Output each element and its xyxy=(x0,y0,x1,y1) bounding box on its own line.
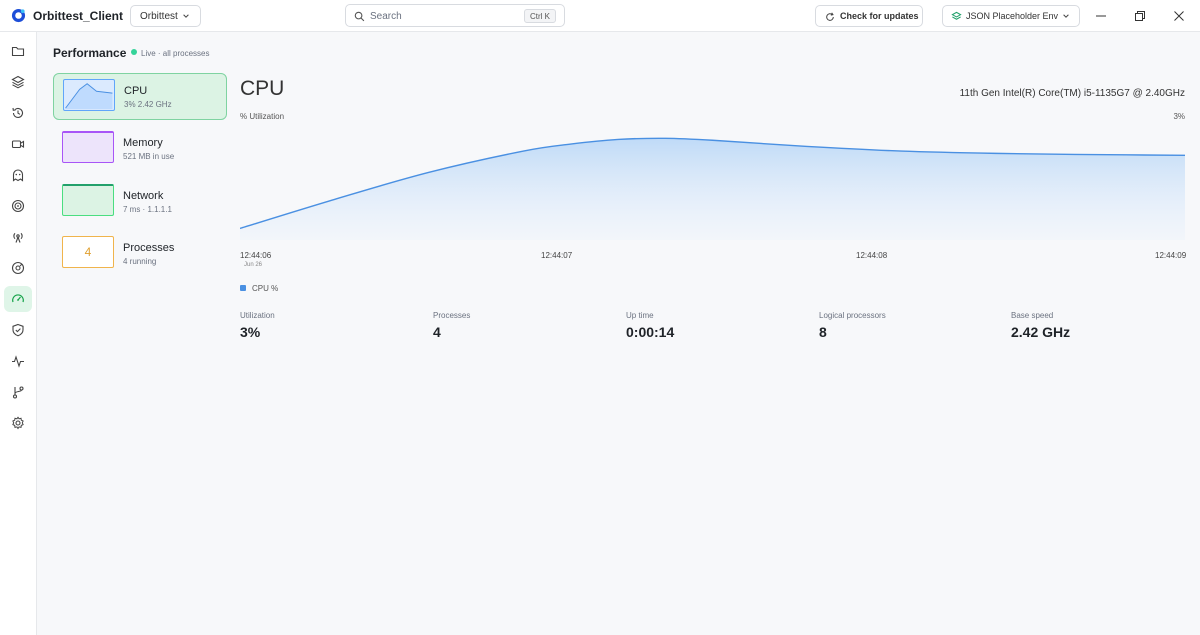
history-icon xyxy=(12,107,24,118)
search-icon xyxy=(354,11,365,22)
sidebar-item-history[interactable] xyxy=(4,100,32,126)
video-icon xyxy=(11,140,25,149)
shield-icon xyxy=(12,323,24,337)
stat-value: 4 xyxy=(433,324,441,340)
stat-label: Logical processors xyxy=(819,311,886,320)
card-name: CPU xyxy=(124,85,148,97)
environment-select[interactable]: JSON Placeholder Env xyxy=(942,5,1080,27)
live-status-text: Live · all processes xyxy=(141,49,210,58)
target-icon xyxy=(11,199,25,213)
card-name: Network xyxy=(123,190,164,202)
resource-card-cpu[interactable]: CPU 3% 2.42 GHz xyxy=(53,73,227,120)
detail-title: CPU xyxy=(240,77,285,100)
stat-processes: Processes 4 xyxy=(433,311,470,340)
card-name: Memory xyxy=(123,137,163,149)
stat-utilization: Utilization 3% xyxy=(240,311,275,340)
card-name: Processes xyxy=(123,242,175,254)
x-tick-label: 12:44:06 xyxy=(240,251,272,260)
stat-value: 8 xyxy=(819,324,827,340)
settings-alt-icon xyxy=(11,261,25,275)
folder-icon xyxy=(11,46,25,57)
utilization-axis-label: % Utilization xyxy=(240,112,285,121)
stat-value: 3% xyxy=(240,324,261,340)
legend-label: CPU % xyxy=(252,284,279,293)
x-tick-label: 12:44:08 xyxy=(856,251,888,260)
sidebar-item-monitoring[interactable] xyxy=(4,348,32,374)
sidebar-item-broadcast[interactable] xyxy=(4,224,32,250)
gauge-icon xyxy=(12,294,24,303)
cpu-thumbnail xyxy=(63,79,115,111)
restore-icon[interactable] xyxy=(1133,9,1147,23)
resource-card-processes[interactable]: 4 Processes 4 running xyxy=(53,231,227,278)
processes-thumbnail: 4 xyxy=(62,236,114,268)
app-name: Orbittest_Client xyxy=(33,9,124,23)
title-bar: Orbittest_Client Orbittest Search Ctrl K… xyxy=(0,0,1200,32)
refresh-icon xyxy=(826,12,834,21)
chevron-down-icon xyxy=(183,14,189,18)
card-subtitle: 7 ms · 1.1.1.1 xyxy=(123,205,172,214)
stat-uptime: Up time 0:00:14 xyxy=(626,311,674,340)
stat-logical-processors: Logical processors 8 xyxy=(819,311,886,340)
sidebar-item-targets[interactable] xyxy=(4,193,32,219)
x-tick-label: 12:44:09 xyxy=(1155,251,1187,260)
close-icon[interactable] xyxy=(1172,9,1186,23)
stat-label: Processes xyxy=(433,311,471,320)
antenna-icon xyxy=(13,232,23,243)
search-shortcut: Ctrl K xyxy=(524,9,556,23)
chevron-down-icon xyxy=(1063,14,1069,18)
utilization-max-label: 3% xyxy=(1173,112,1185,121)
activity-icon xyxy=(12,355,24,368)
sidebar-item-collections[interactable] xyxy=(4,38,32,64)
sidebar-item-git[interactable] xyxy=(4,379,32,405)
cpu-utilization-chart xyxy=(240,124,1185,240)
memory-thumbnail xyxy=(62,131,114,163)
git-branch-icon xyxy=(12,386,24,399)
search-placeholder: Search xyxy=(370,11,402,22)
cpu-model: 11th Gen Intel(R) Core(TM) i5-1135G7 @ 2… xyxy=(959,88,1185,99)
stat-label: Utilization xyxy=(240,311,275,320)
sidebar-item-performance[interactable] xyxy=(4,286,32,312)
sidebar-item-integrations[interactable] xyxy=(4,255,32,281)
ghost-icon xyxy=(12,169,24,182)
card-subtitle: 3% 2.42 GHz xyxy=(124,100,172,109)
live-indicator xyxy=(131,49,137,55)
stat-label: Base speed xyxy=(1011,311,1054,320)
sidebar-item-recorder[interactable] xyxy=(4,131,32,157)
performance-title: Performance xyxy=(53,46,127,60)
environment-label: JSON Placeholder Env xyxy=(966,11,1059,21)
stat-label: Up time xyxy=(626,311,654,320)
stat-base-speed: Base speed 2.42 GHz xyxy=(1011,311,1070,340)
stat-value: 2.42 GHz xyxy=(1011,324,1071,340)
sidebar xyxy=(0,32,37,635)
sidebar-item-security[interactable] xyxy=(4,317,32,343)
stat-value: 0:00:14 xyxy=(626,324,675,340)
workspace-select[interactable]: Orbittest xyxy=(130,5,201,27)
check-updates-label: Check for updates xyxy=(840,11,919,21)
check-updates-button[interactable]: Check for updates xyxy=(815,5,923,27)
network-thumbnail xyxy=(62,184,114,216)
sidebar-item-mocks[interactable] xyxy=(4,162,32,188)
sidebar-item-environments[interactable] xyxy=(4,69,32,95)
minimize-icon[interactable] xyxy=(1094,9,1108,23)
card-subtitle: 4 running xyxy=(123,257,157,266)
search-input[interactable]: Search Ctrl K xyxy=(345,4,565,27)
resource-card-network[interactable]: Network 7 ms · 1.1.1.1 xyxy=(53,179,227,226)
legend-swatch xyxy=(240,285,246,291)
x-tick-date: Jun 26 xyxy=(244,262,263,268)
layers-icon xyxy=(951,11,962,20)
sidebar-item-settings[interactable] xyxy=(4,410,32,436)
app-logo-icon xyxy=(11,8,26,23)
layers-icon xyxy=(11,75,25,89)
gear-icon xyxy=(12,416,24,430)
process-count: 4 xyxy=(84,245,92,259)
x-tick-label: 12:44:07 xyxy=(541,251,573,260)
card-subtitle: 521 MB in use xyxy=(123,152,175,161)
workspace-label: Orbittest xyxy=(140,11,178,22)
resource-card-memory[interactable]: Memory 521 MB in use xyxy=(53,126,227,173)
